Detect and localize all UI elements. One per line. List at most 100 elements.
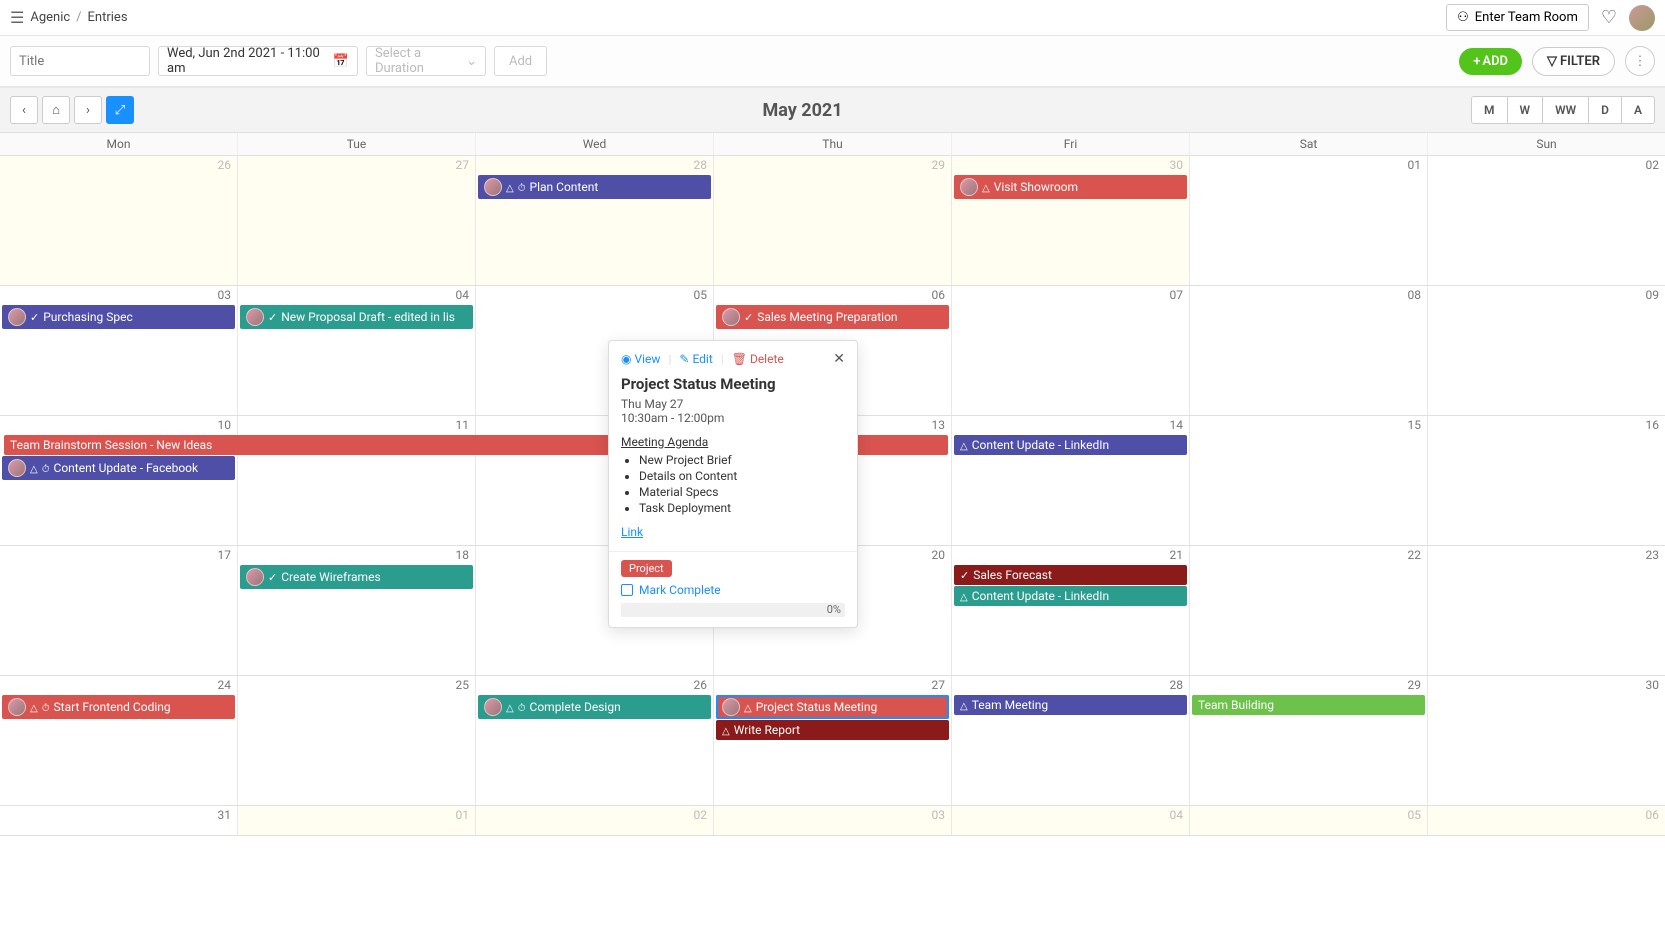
add-small-button[interactable]: Add [494,46,547,76]
day-header: Thu [714,133,952,155]
day-cell[interactable]: 18Create Wireframes [238,546,476,675]
home-button[interactable]: ⌂ [42,96,70,124]
calendar-event[interactable]: Write Report [716,720,949,740]
event-avatar [246,568,264,586]
calendar-event[interactable]: Content Update - Facebook [2,456,235,480]
calendar-event[interactable]: Start Frontend Coding [2,695,235,719]
day-cell[interactable]: 17 [0,546,238,675]
day-number: 09 [1646,288,1660,302]
team-room-label: Enter Team Room [1475,10,1578,25]
day-cell[interactable]: 16 [1428,416,1665,545]
day-cell[interactable]: 24Start Frontend Coding [0,676,238,805]
calendar-event[interactable]: Team Meeting [954,695,1187,715]
event-avatar [722,698,740,716]
popup-sep: | [668,352,671,366]
event-label: Write Report [734,723,800,737]
calendar-event[interactable]: Team Building [1192,695,1425,715]
day-cell[interactable]: 01 [1190,156,1428,285]
calendar-event[interactable]: Project Status Meeting [716,695,949,719]
next-button[interactable]: › [74,96,102,124]
calendar-event[interactable]: Sales Forecast [954,565,1187,585]
day-cell[interactable]: 27Project Status MeetingWrite Report [714,676,952,805]
day-cell[interactable]: 09 [1428,286,1665,415]
view-btn-m[interactable]: M [1472,97,1508,123]
agenda-heading: Meeting Agenda [621,435,845,449]
day-cell[interactable]: 26 [0,156,238,285]
day-cell[interactable]: 15 [1190,416,1428,545]
breadcrumb-page[interactable]: Entries [88,10,128,25]
day-cell[interactable]: 29 [714,156,952,285]
bell-icon[interactable]: ♡ [1601,7,1617,28]
popup-link[interactable]: Link [621,525,845,539]
day-cell[interactable]: 26Complete Design [476,676,714,805]
day-cell[interactable]: 30 [1428,676,1665,805]
day-cell[interactable]: 08 [1190,286,1428,415]
event-label: Team Building [1198,698,1274,712]
day-cell[interactable]: 22 [1190,546,1428,675]
day-cell[interactable]: 04New Proposal Draft - edited in lis [238,286,476,415]
event-label: Purchasing Spec [43,310,133,324]
tri-icon [960,439,968,452]
popup-tag[interactable]: Project [621,560,672,577]
day-cell[interactable]: 14Content Update - LinkedIn [952,416,1190,545]
day-cell[interactable]: 01 [238,806,476,835]
title-input[interactable] [10,46,150,76]
view-btn-ww[interactable]: WW [1543,97,1589,123]
expand-button[interactable]: ⤢ [106,96,134,124]
day-cell[interactable]: 06 [1428,806,1665,835]
event-avatar [8,308,26,326]
day-cell[interactable]: 10Team Brainstorm Session - New IdeasCon… [0,416,238,545]
view-btn-w[interactable]: W [1508,97,1544,123]
day-cell[interactable]: 02 [476,806,714,835]
day-number: 25 [456,678,470,692]
popup-close-button[interactable]: ✕ [833,351,845,367]
stop-icon [42,701,50,714]
day-cell[interactable]: 29Team Building [1190,676,1428,805]
day-cell[interactable]: 27 [238,156,476,285]
day-cell[interactable]: 02 [1428,156,1665,285]
enter-team-room-button[interactable]: ⚇ Enter Team Room [1446,4,1589,31]
calendar-event[interactable]: Content Update - LinkedIn [954,586,1187,606]
view-btn-d[interactable]: D [1589,97,1622,123]
event-avatar [8,459,26,477]
day-cell[interactable]: 25 [238,676,476,805]
day-cell[interactable]: 30Visit Showroom [952,156,1190,285]
event-label: Project Status Meeting [756,700,877,714]
calendar-event[interactable]: Visit Showroom [954,175,1187,199]
event-popup: ◉View | ✎Edit | 🗑Delete ✕ Project Status… [608,340,858,628]
calendar-event[interactable]: Purchasing Spec [2,305,235,329]
popup-delete-button[interactable]: 🗑Delete [732,352,784,366]
day-cell[interactable]: 28Team Meeting [952,676,1190,805]
day-cell[interactable]: 21Sales ForecastContent Update - LinkedI… [952,546,1190,675]
prev-button[interactable]: ‹ [10,96,38,124]
duration-select[interactable]: Select a Duration ⌄ [366,46,486,76]
add-button[interactable]: + ADD [1459,48,1522,75]
user-avatar[interactable] [1629,5,1655,31]
calendar-event[interactable]: Create Wireframes [240,565,473,589]
mark-complete-button[interactable]: Mark Complete [621,583,845,597]
more-button[interactable]: ⋮ [1625,46,1655,76]
day-cell[interactable]: 04 [952,806,1190,835]
calendar-event[interactable]: Content Update - LinkedIn [954,435,1187,455]
day-cell[interactable]: 05 [1190,806,1428,835]
event-avatar [960,178,978,196]
view-btn-a[interactable]: A [1622,97,1654,123]
filter-button[interactable]: ▽ FILTER [1532,47,1615,76]
day-cell[interactable]: 03 [714,806,952,835]
calendar-event[interactable]: Complete Design [478,695,711,719]
day-cell[interactable]: 23 [1428,546,1665,675]
menu-icon[interactable]: ☰ [10,8,24,27]
date-input[interactable]: Wed, Jun 2nd 2021 - 11:00 am 📅 [158,46,358,76]
chk-icon [30,311,39,324]
calendar-event[interactable]: Plan Content [478,175,711,199]
day-cell[interactable]: 28Plan Content [476,156,714,285]
popup-edit-button[interactable]: ✎Edit [679,352,712,366]
day-cell[interactable]: 31 [0,806,238,835]
calendar-event[interactable]: New Proposal Draft - edited in lis [240,305,473,329]
popup-view-button[interactable]: ◉View [621,352,660,366]
breadcrumb-app[interactable]: Agenic [30,10,70,25]
trash-icon: 🗑 [732,352,747,366]
calendar-event[interactable]: Sales Meeting Preparation [716,305,949,329]
day-cell[interactable]: 03Purchasing Spec [0,286,238,415]
day-cell[interactable]: 07 [952,286,1190,415]
